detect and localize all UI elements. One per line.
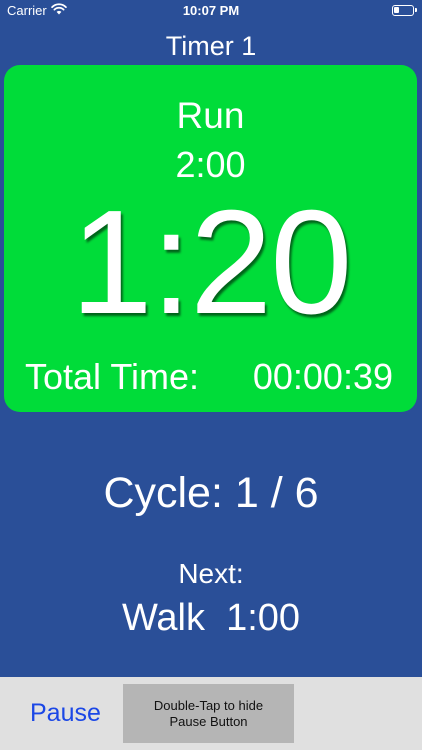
bottom-toolbar: Pause Double-Tap to hide Pause Button [0,677,422,750]
hint-line-2: Pause Button [169,713,248,729]
battery-icon [392,5,417,16]
next-phase: Walk 1:00 [121,597,301,639]
status-time: 10:07 PM [182,3,240,18]
hide-pause-hint-button[interactable]: Double-Tap to hide Pause Button [123,684,294,743]
hint-line-1: Double-Tap to hide [153,697,264,713]
pause-button[interactable]: Pause [30,697,101,729]
total-time-label: Total Time: [25,356,200,397]
next-label: Next: [178,558,244,589]
total-time-value: 00:00:39 [252,356,393,397]
status-bar: Carrier 10:07 PM [0,0,422,22]
countdown-display: 1:20 [70,180,352,345]
cycle-counter: Cycle: 1 / 6 [103,469,319,517]
phase-name: Run [176,95,245,136]
timer-card[interactable]: Run 2:00 1:20 Total Time: 00:00:39 [4,65,417,412]
timer-title: Timer 1 [165,31,257,61]
